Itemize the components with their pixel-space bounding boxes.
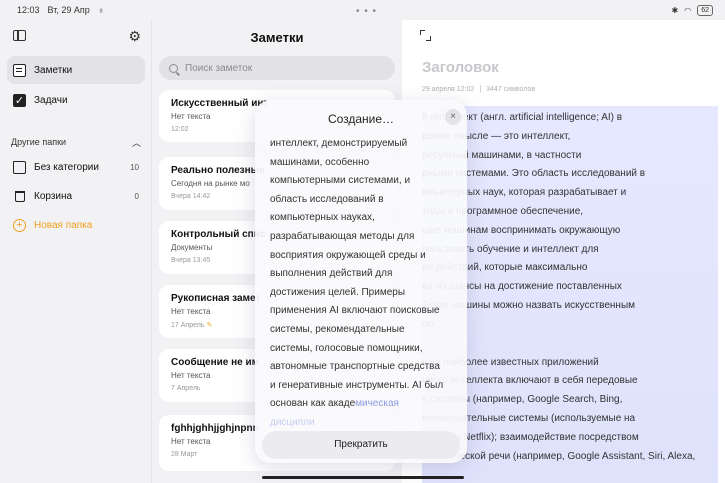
stop-button[interactable]: Прекратить <box>262 431 460 459</box>
meta-separator: | <box>479 86 482 93</box>
sidebar: ⚙ Заметки ✓ Задачи Другие папки ︿ Без ка… <box>0 20 152 483</box>
note-date: 29 апреля 12:02 <box>422 86 475 93</box>
trash-icon <box>14 190 25 202</box>
generated-text: интеллект, демонстрируемый машинами, осо… <box>270 135 460 433</box>
sidebar-item-tasks[interactable]: ✓ Задачи <box>7 86 145 114</box>
new-folder-button[interactable]: + Новая папка <box>7 211 145 239</box>
other-folders-header[interactable]: Другие папки ︿ <box>11 137 141 148</box>
plus-icon: + <box>13 218 26 232</box>
sidebar-item-label: Задачи <box>34 94 68 106</box>
sidebar-toolbar: ⚙ <box>13 28 141 46</box>
folder-count: 0 <box>134 191 139 201</box>
search-icon <box>169 63 178 73</box>
gear-icon[interactable]: ⚙ <box>128 28 141 45</box>
char-count: 3447 символов <box>486 86 536 93</box>
chevron-up-icon: ︿ <box>131 138 141 148</box>
generated-text-fading: мическая <box>355 398 399 410</box>
section-label: Другие папки <box>11 137 67 147</box>
sidebar-item-trash[interactable]: Корзина 0 <box>7 182 145 210</box>
checkbox-icon: ✓ <box>13 93 26 107</box>
sidebar-item-label: Корзина <box>34 190 73 202</box>
note-icon <box>13 63 26 77</box>
note-meta: 29 апреля 12:02 | 3447 символов <box>422 86 535 93</box>
note-date: 17 Апрель <box>171 322 205 329</box>
location-icon: ♁ <box>97 5 105 15</box>
wifi-icon: ◠ <box>684 6 692 15</box>
search-input[interactable]: Поиск заметок <box>159 56 395 80</box>
handwriting-icon: ✎ <box>206 322 213 329</box>
expand-icon[interactable] <box>420 30 431 41</box>
page-title: Заметки <box>250 30 304 45</box>
status-date: Вт, 29 Апр <box>47 5 90 15</box>
search-placeholder: Поиск заметок <box>185 62 253 74</box>
sidebar-item-label: Заметки <box>34 64 73 76</box>
dialog-title: Создание… <box>327 112 395 126</box>
sidebar-item-notes[interactable]: Заметки <box>7 56 145 84</box>
home-indicator[interactable] <box>262 476 464 479</box>
more-dots-icon[interactable]: • • • <box>356 6 377 17</box>
status-time: 12:03 <box>17 5 40 15</box>
battery-icon: 62 <box>697 5 713 16</box>
sidebar-item-uncategorized[interactable]: Без категории 10 <box>7 153 145 181</box>
ai-generation-dialog: Создание… × интеллект, демонстрируемый м… <box>255 100 467 463</box>
bluetooth-icon: ✱ <box>671 6 679 15</box>
new-folder-label: Новая папка <box>34 219 93 231</box>
folder-icon <box>13 160 26 174</box>
generated-text-fading-2: дисципли <box>270 416 315 428</box>
sidebar-toggle-icon[interactable] <box>13 30 26 41</box>
generated-text-main: интеллект, демонстрируемый машинами, осо… <box>270 138 444 410</box>
close-icon[interactable]: × <box>445 109 461 125</box>
folder-count: 10 <box>130 162 139 172</box>
sidebar-item-label: Без категории <box>34 161 99 173</box>
note-title-field[interactable]: Заголовок <box>422 59 499 76</box>
